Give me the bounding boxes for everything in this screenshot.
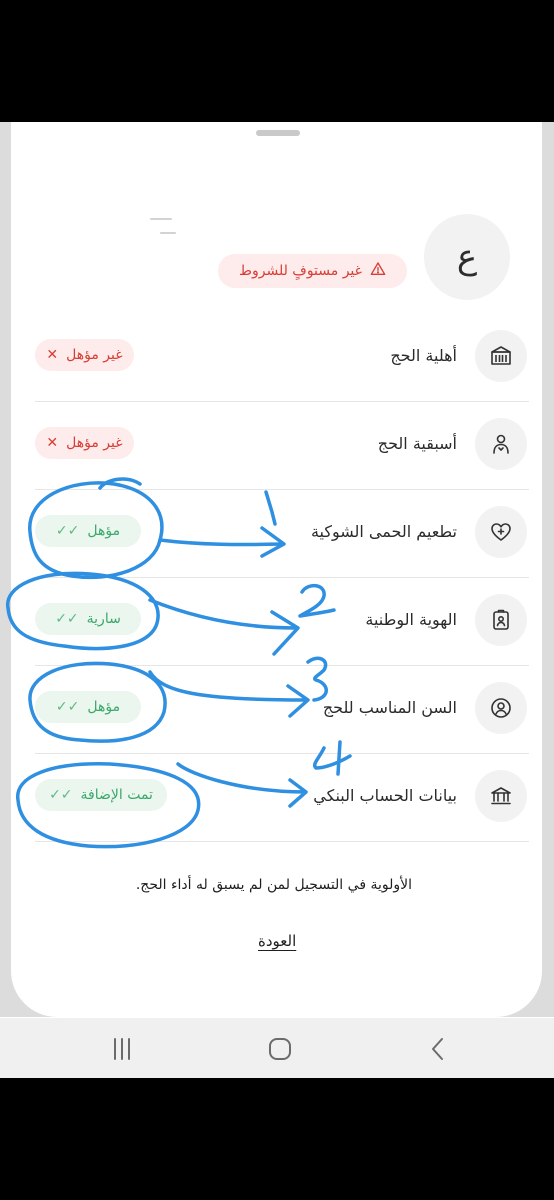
requirement-status-text: غير مؤهل [66,347,123,363]
building-columns-icon [475,330,527,382]
requirement-row-meningitis-vaccine[interactable]: تطعيم الحمى الشوكية مؤهل ✓✓ [35,489,529,578]
home-icon[interactable] [267,1036,293,1062]
bank-icon [475,770,527,822]
double-check-icon: ✓✓ [55,611,79,627]
requirement-row-suitable-age[interactable]: السن المناسب للحج مؤهل ✓✓ [35,665,529,754]
requirement-status-badge: تمت الإضافة ✓✓ [35,779,167,811]
avatar: ع [424,214,510,300]
requirement-status-badge: غير مؤهل ✕ [35,339,134,371]
requirement-status-text: غير مؤهل [66,435,123,451]
faint-mark [160,232,176,234]
warning-icon [370,261,386,281]
double-check-icon: ✓✓ [55,699,80,715]
double-check-icon: ✓✓ [55,523,80,539]
requirement-row-hajj-eligibility[interactable]: أهلية الحج غير مؤهل ✕ [35,313,529,402]
id-badge-icon [475,594,527,646]
requirement-label: أسبقية الحج [377,434,457,453]
heart-plus-icon [475,506,527,558]
back-link[interactable]: العودة [258,932,296,950]
pilgrim-person-icon [475,418,527,470]
faint-mark [150,218,172,220]
requirement-status-badge: غير مؤهل ✕ [35,427,134,459]
requirement-status-badge: مؤهل ✓✓ [35,515,141,547]
status-badge: غير مستوفٍ للشروط [218,254,407,288]
avatar-letter: ع [456,237,478,277]
requirement-label: تطعيم الحمى الشوكية [310,522,457,541]
cross-icon: ✕ [46,347,59,363]
requirement-label: بيانات الحساب البنكي [313,786,457,805]
requirement-label: الهوية الوطنية [365,610,457,629]
priority-note: الأولوية في التسجيل لمن لم يسبق له أداء … [135,877,412,893]
requirement-status-text: مؤهل [87,699,121,715]
status-badge-label: غير مستوفٍ للشروط [239,263,362,279]
requirement-row-national-id[interactable]: الهوية الوطنية سارية ✓✓ [35,577,529,666]
requirement-status-text: سارية [86,611,121,627]
requirement-status-badge: مؤهل ✓✓ [35,691,141,723]
top-letterbox [0,0,554,122]
requirement-status-text: مؤهل [87,523,121,539]
double-check-icon: ✓✓ [49,787,73,803]
requirement-row-bank-account[interactable]: بيانات الحساب البنكي تمت الإضافة ✓✓ [35,753,529,842]
recent-apps-icon[interactable] [109,1036,135,1062]
back-icon[interactable] [425,1036,451,1062]
requirement-label: السن المناسب للحج [322,698,457,717]
bottom-letterbox [0,1078,554,1200]
requirement-label: أهلية الحج [390,346,457,365]
user-circle-icon [475,682,527,734]
sheet-drag-handle[interactable] [256,130,300,136]
cross-icon: ✕ [46,435,59,451]
requirement-row-hajj-precedence[interactable]: أسبقية الحج غير مؤهل ✕ [35,401,529,490]
requirement-status-text: تمت الإضافة [80,787,153,803]
requirement-status-badge: سارية ✓✓ [35,603,141,635]
